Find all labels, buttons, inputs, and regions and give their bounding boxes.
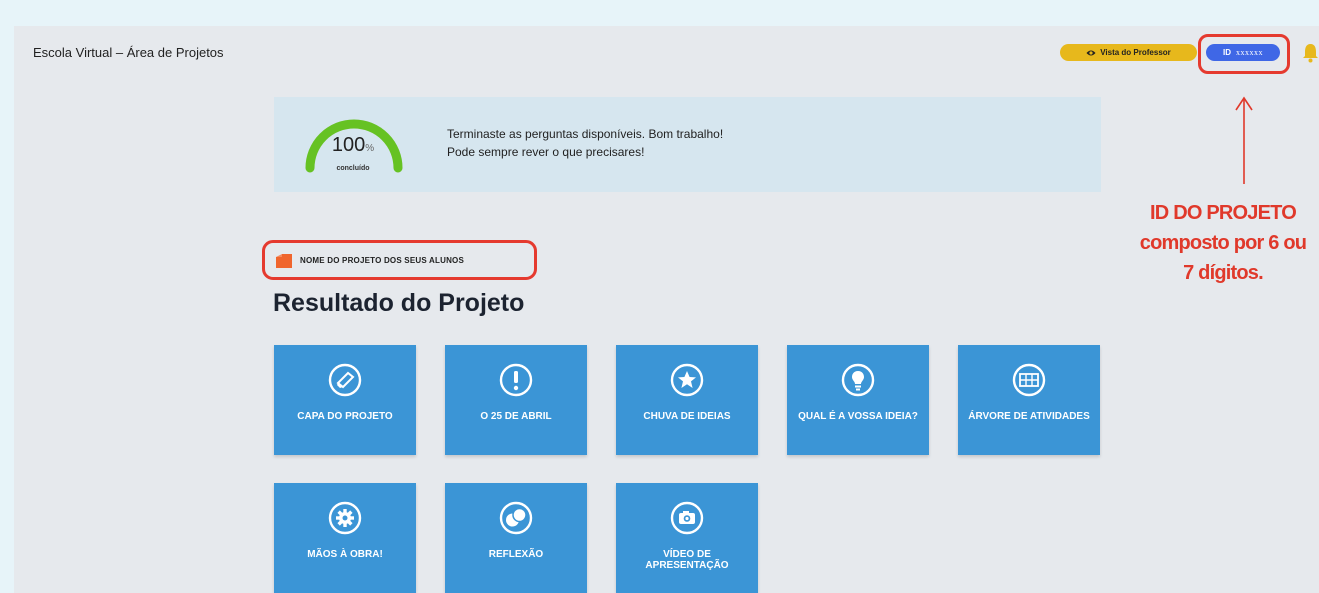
calendar-grid-icon [1012, 363, 1046, 397]
tile-chuva-de-ideias[interactable]: CHUVA DE IDEIAS [616, 345, 758, 455]
book-cover-icon [328, 363, 362, 397]
project-name: NOME DO PROJETO DOS SEUS ALUNOS [300, 256, 465, 265]
tile-qual-e-a-vossa-ideia[interactable]: QUAL É A VOSSA IDEIA? [787, 345, 929, 455]
teacher-view-label: Vista do Professor [1100, 48, 1171, 57]
tile-maos-a-obra[interactable]: MÃOS À OBRA! [274, 483, 416, 593]
annotation-line-3: 7 dígitos. [1183, 262, 1264, 284]
tile-label: QUAL É A VOSSA IDEIA? [798, 411, 918, 422]
exclamation-icon [499, 363, 533, 397]
banner-line-2: Pode sempre rever o que precisares! [447, 145, 645, 159]
project-folder-icon [276, 254, 292, 268]
tile-reflexao[interactable]: REFLEXÃO [445, 483, 587, 593]
progress-label: concluído [336, 165, 370, 172]
app-title: Escola Virtual – Área de Projetos [33, 45, 224, 60]
tile-label: REFLEXÃO [488, 549, 544, 560]
tile-video-de-apresentacao[interactable]: VÍDEO DE APRESENTAÇÃO [616, 483, 758, 593]
annotation-line-1: ID DO PROJETO [1150, 202, 1297, 224]
banner-line-1: Terminaste as perguntas disponíveis. Bom… [447, 127, 724, 141]
tile-capa-do-projeto[interactable]: CAPA DO PROJETO [274, 345, 416, 455]
bell-icon[interactable] [1302, 43, 1319, 63]
lightbulb-icon [841, 363, 875, 397]
tile-label: ÁRVORE DE ATIVIDADES [968, 411, 1090, 422]
id-highlight-box [1198, 34, 1290, 74]
chat-bubbles-icon [499, 501, 533, 535]
project-id-annotation: ID DO PROJETO composto por 6 ou 7 dígito… [1118, 198, 1319, 288]
tile-label: CAPA DO PROJETO [297, 411, 393, 422]
annotation-arrow [1235, 96, 1253, 184]
progress-unit: % [365, 143, 375, 154]
gear-icon [328, 501, 362, 535]
annotation-line-2: composto por 6 ou [1139, 232, 1307, 254]
teacher-view-button[interactable]: Vista do Professor [1060, 44, 1197, 61]
tile-label: VÍDEO DE APRESENTAÇÃO [645, 549, 729, 571]
tile-label: CHUVA DE IDEIAS [643, 411, 731, 422]
section-title: Resultado do Projeto [273, 289, 525, 317]
progress-number: 100 [331, 134, 366, 156]
camera-icon [670, 501, 704, 535]
banner-message: Terminaste as perguntas disponíveis. Bom… [447, 125, 723, 161]
tile-arvore-de-atividades[interactable]: ÁRVORE DE ATIVIDADES [958, 345, 1100, 455]
eye-icon [1086, 50, 1096, 55]
progress-value: 100% [318, 134, 388, 157]
tile-label: MÃOS À OBRA! [307, 549, 383, 560]
tile-25-de-abril[interactable]: O 25 DE ABRIL [445, 345, 587, 455]
star-icon [670, 363, 704, 397]
tile-label: O 25 DE ABRIL [480, 411, 552, 422]
